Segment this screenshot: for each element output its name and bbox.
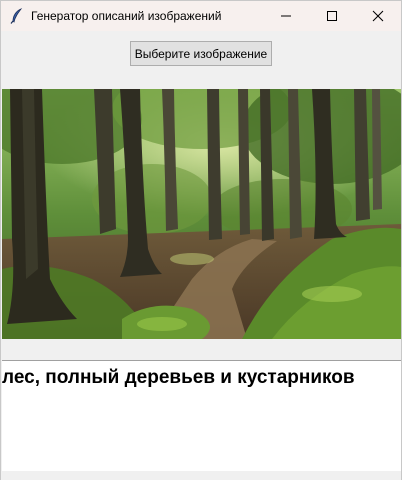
forest-image bbox=[2, 89, 401, 339]
feather-icon bbox=[9, 8, 25, 24]
description-text-area[interactable]: лес, полный деревьев и кустарников bbox=[2, 360, 401, 471]
window-title: Генератор описаний изображений bbox=[31, 9, 222, 23]
minimize-button[interactable] bbox=[263, 1, 309, 31]
close-button[interactable] bbox=[355, 1, 401, 31]
spacer bbox=[1, 339, 401, 361]
maximize-button[interactable] bbox=[309, 1, 355, 31]
bottom-strip bbox=[1, 471, 401, 480]
select-image-button[interactable]: Выберите изображение bbox=[130, 41, 272, 66]
main-content: Выберите изображение лес, полный деревье… bbox=[1, 31, 401, 480]
close-icon bbox=[372, 10, 384, 22]
minimize-icon bbox=[281, 15, 291, 17]
toolbar: Выберите изображение bbox=[1, 31, 401, 89]
window-controls bbox=[263, 1, 401, 31]
title-bar[interactable]: Генератор описаний изображений bbox=[1, 1, 401, 31]
app-window: Генератор описаний изображений Выберите … bbox=[0, 0, 402, 480]
description-text: лес, полный деревьев и кустарников bbox=[2, 367, 355, 388]
maximize-icon bbox=[327, 11, 337, 21]
